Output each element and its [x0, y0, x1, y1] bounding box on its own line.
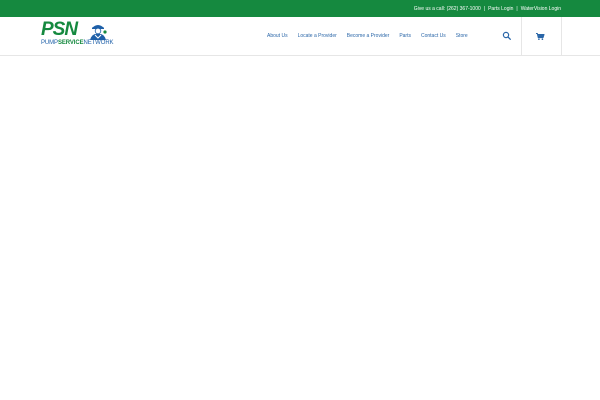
logo-word-pump: PUMP	[41, 40, 58, 46]
separator: |	[483, 5, 486, 12]
header-divider	[521, 17, 522, 55]
logo[interactable]: PSN PUMPSERVICENETWORK	[41, 20, 121, 50]
separator: |	[516, 5, 518, 12]
search-icon[interactable]	[501, 30, 513, 42]
worker-icon	[90, 25, 107, 40]
nav-item-about-us[interactable]: About Us	[262, 33, 293, 39]
nav-item-locate-provider[interactable]: Locate a Provider	[293, 33, 342, 39]
main-nav: About Us Locate a Provider Become a Prov…	[262, 17, 473, 55]
parts-login-link[interactable]: Parts Login	[488, 6, 513, 12]
logo-mark: PSN	[41, 19, 78, 40]
main-content	[0, 56, 600, 400]
logo-wordmark: PUMPSERVICENETWORK	[41, 40, 114, 47]
nav-item-store[interactable]: Store	[451, 33, 473, 39]
logo-word-network: NETWORK	[83, 40, 114, 46]
site-header: PSN PUMPSERVICENETWORK About Us Locate a…	[0, 17, 600, 56]
top-bar-links: Give us a call: (262) 367-1000 | Parts L…	[414, 0, 561, 17]
top-bar: Give us a call: (262) 367-1000 | Parts L…	[0, 0, 600, 17]
nav-item-become-provider[interactable]: Become a Provider	[342, 33, 395, 39]
nav-item-contact-us[interactable]: Contact Us	[416, 33, 451, 39]
cart-icon[interactable]	[534, 30, 546, 42]
phone-text: Give us a call: (262) 367-1000	[413, 5, 481, 12]
nav-item-parts[interactable]: Parts	[394, 33, 416, 39]
watervision-login-link[interactable]: WaterVision Login	[521, 6, 561, 12]
logo-word-service: SERVICE	[57, 40, 84, 46]
header-divider	[561, 17, 562, 55]
